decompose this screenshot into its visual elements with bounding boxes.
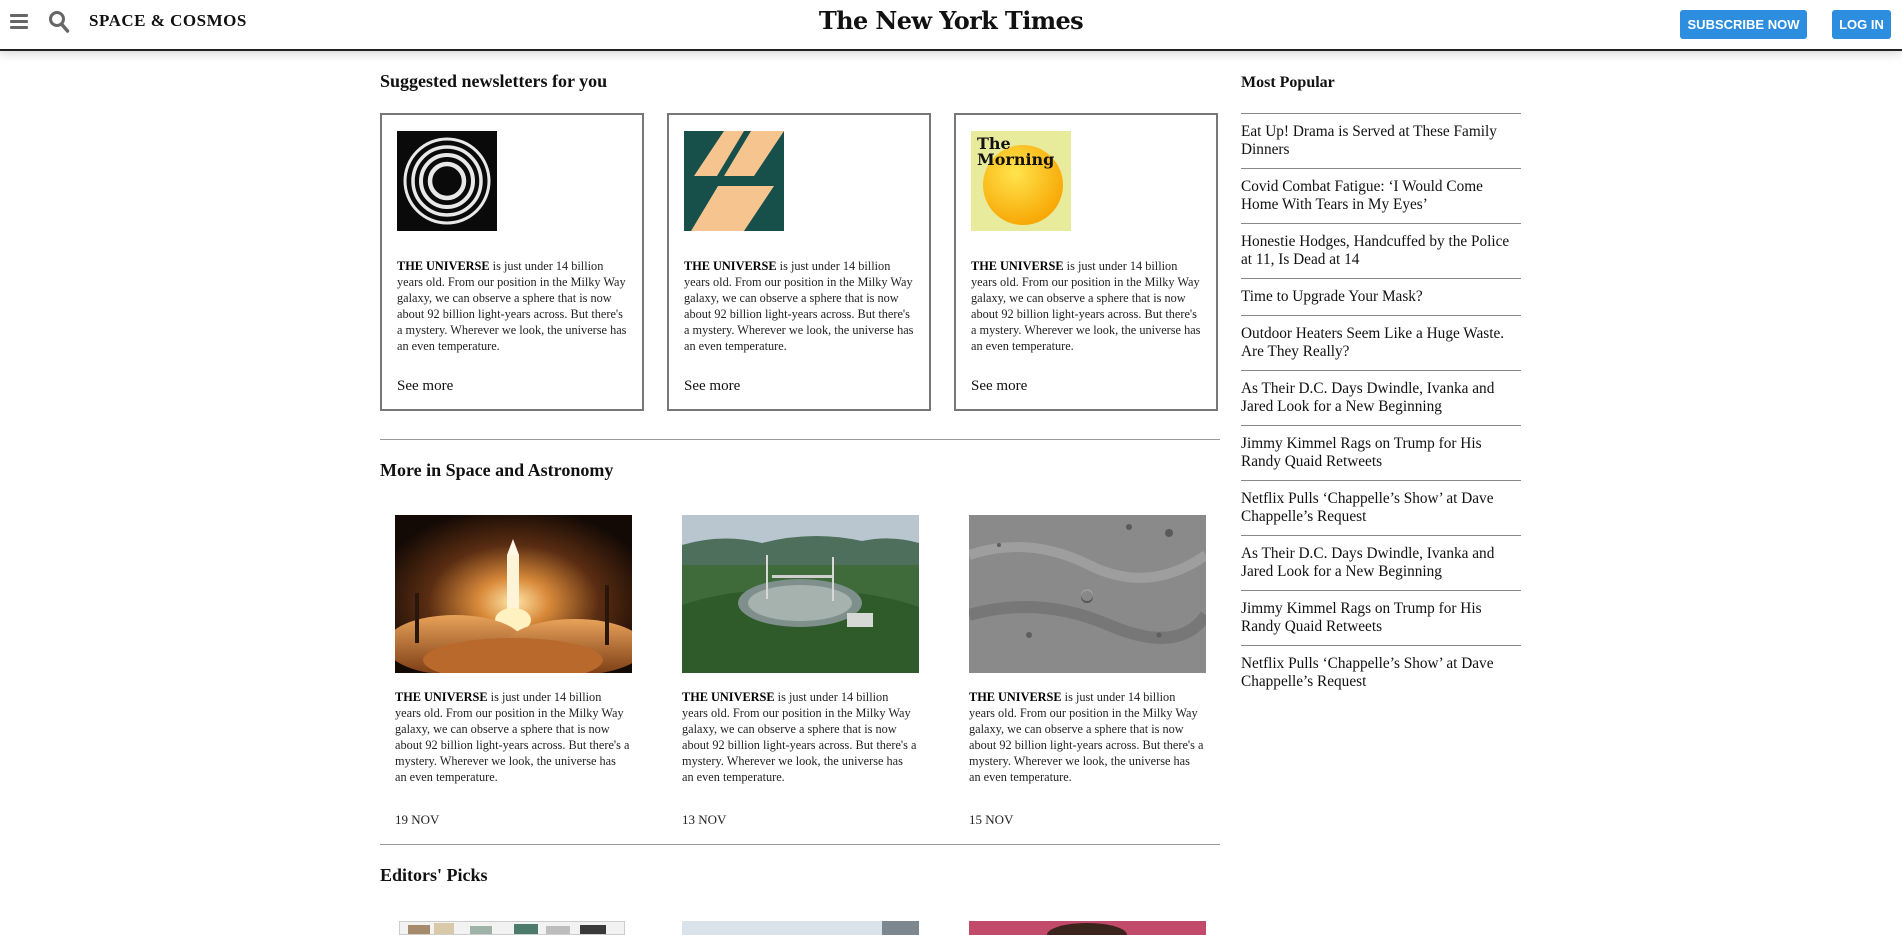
- newsletter-card[interactable]: The Morning THE UNIVERSE is just under 1…: [954, 113, 1218, 411]
- most-popular-item[interactable]: Outdoor Heaters Seem Like a Huge Waste. …: [1241, 315, 1521, 370]
- editors-pick-image[interactable]: [969, 921, 1206, 935]
- article-date: 19 NOV: [395, 812, 440, 827]
- newsletter-blurb: THE UNIVERSE is just under 14 billion ye…: [971, 258, 1203, 354]
- editors-picks-heading: Editors' Picks: [380, 865, 488, 885]
- blurb-lead: THE UNIVERSE: [397, 259, 490, 273]
- most-popular-item[interactable]: Netflix Pulls ‘Chappelle’s Show’ at Dave…: [1241, 480, 1521, 535]
- blurb-lead: THE UNIVERSE: [969, 690, 1062, 704]
- editors-pick-image[interactable]: [682, 921, 919, 935]
- blurb-text: is just under 14 billion years old. From…: [682, 690, 917, 784]
- blurb-text: is just under 14 billion years old. From…: [971, 259, 1201, 353]
- most-popular-item[interactable]: Netflix Pulls ‘Chappelle’s Show’ at Dave…: [1241, 645, 1521, 700]
- article-image-observatory[interactable]: [682, 515, 919, 673]
- newsletters-heading: Suggested newsletters for you: [380, 71, 608, 91]
- blurb-lead: THE UNIVERSE: [971, 259, 1064, 273]
- most-popular-list: Eat Up! Drama is Served at These Family …: [1241, 113, 1521, 700]
- see-more-link[interactable]: See more: [971, 378, 1027, 395]
- article-image-lunar-surface[interactable]: [969, 515, 1206, 673]
- subscribe-button[interactable]: SUBSCRIBE NOW: [1680, 10, 1807, 39]
- see-more-link[interactable]: See more: [684, 378, 740, 395]
- blurb-lead: THE UNIVERSE: [684, 259, 777, 273]
- most-popular-item[interactable]: Time to Upgrade Your Mask?: [1241, 278, 1521, 315]
- newsletter-card[interactable]: THE UNIVERSE is just under 14 billion ye…: [380, 113, 644, 411]
- section-divider: [380, 844, 1220, 845]
- morning-logo-line2: Morning: [977, 150, 1055, 169]
- section-divider: [380, 439, 1220, 440]
- newsletter-thumbnail: The Morning: [971, 131, 1071, 231]
- most-popular-item[interactable]: Jimmy Kimmel Rags on Trump for His Randy…: [1241, 425, 1521, 480]
- newsletter-blurb: THE UNIVERSE is just under 14 billion ye…: [684, 258, 916, 354]
- blurb-text: is just under 14 billion years old. From…: [397, 259, 627, 353]
- most-popular-item[interactable]: Honestie Hodges, Handcuffed by the Polic…: [1241, 223, 1521, 278]
- hashtag-logo-image: [684, 131, 784, 231]
- login-button[interactable]: LOG IN: [1832, 10, 1891, 39]
- most-popular-item[interactable]: Eat Up! Drama is Served at These Family …: [1241, 113, 1521, 168]
- article-date: 15 NOV: [969, 812, 1014, 827]
- article-blurb: THE UNIVERSE is just under 14 billion ye…: [682, 689, 917, 785]
- blurb-text: is just under 14 billion years old. From…: [684, 259, 914, 353]
- article-blurb: THE UNIVERSE is just under 14 billion ye…: [395, 689, 630, 785]
- editors-pick-image[interactable]: [399, 921, 625, 935]
- newsletter-card[interactable]: THE UNIVERSE is just under 14 billion ye…: [667, 113, 931, 411]
- most-popular-item[interactable]: Jimmy Kimmel Rags on Trump for His Randy…: [1241, 590, 1521, 645]
- see-more-link[interactable]: See more: [397, 378, 453, 395]
- blurb-lead: THE UNIVERSE: [682, 690, 775, 704]
- blurb-lead: THE UNIVERSE: [395, 690, 488, 704]
- nyt-logo: The New York Times: [0, 6, 1902, 35]
- most-popular-item[interactable]: Covid Combat Fatigue: ‘I Would Come Home…: [1241, 168, 1521, 223]
- most-popular-item[interactable]: As Their D.C. Days Dwindle, Ivanka and J…: [1241, 370, 1521, 425]
- logo-text[interactable]: The New York Times: [819, 6, 1084, 35]
- concentric-rings-image: [397, 131, 497, 231]
- newsletter-thumbnail: [397, 131, 497, 231]
- newsletter-thumbnail: [684, 131, 784, 231]
- article-date: 13 NOV: [682, 812, 727, 827]
- top-bar: SPACE & COSMOS The New York Times SUBSCR…: [0, 0, 1902, 51]
- article-image-rocket-launch[interactable]: [395, 515, 632, 673]
- most-popular-heading: Most Popular: [1241, 74, 1335, 91]
- article-blurb: THE UNIVERSE is just under 14 billion ye…: [969, 689, 1204, 785]
- blurb-text: is just under 14 billion years old. From…: [969, 690, 1204, 784]
- newsletter-blurb: THE UNIVERSE is just under 14 billion ye…: [397, 258, 629, 354]
- blurb-text: is just under 14 billion years old. From…: [395, 690, 630, 784]
- most-popular-item[interactable]: As Their D.C. Days Dwindle, Ivanka and J…: [1241, 535, 1521, 590]
- more-section-heading: More in Space and Astronomy: [380, 460, 614, 480]
